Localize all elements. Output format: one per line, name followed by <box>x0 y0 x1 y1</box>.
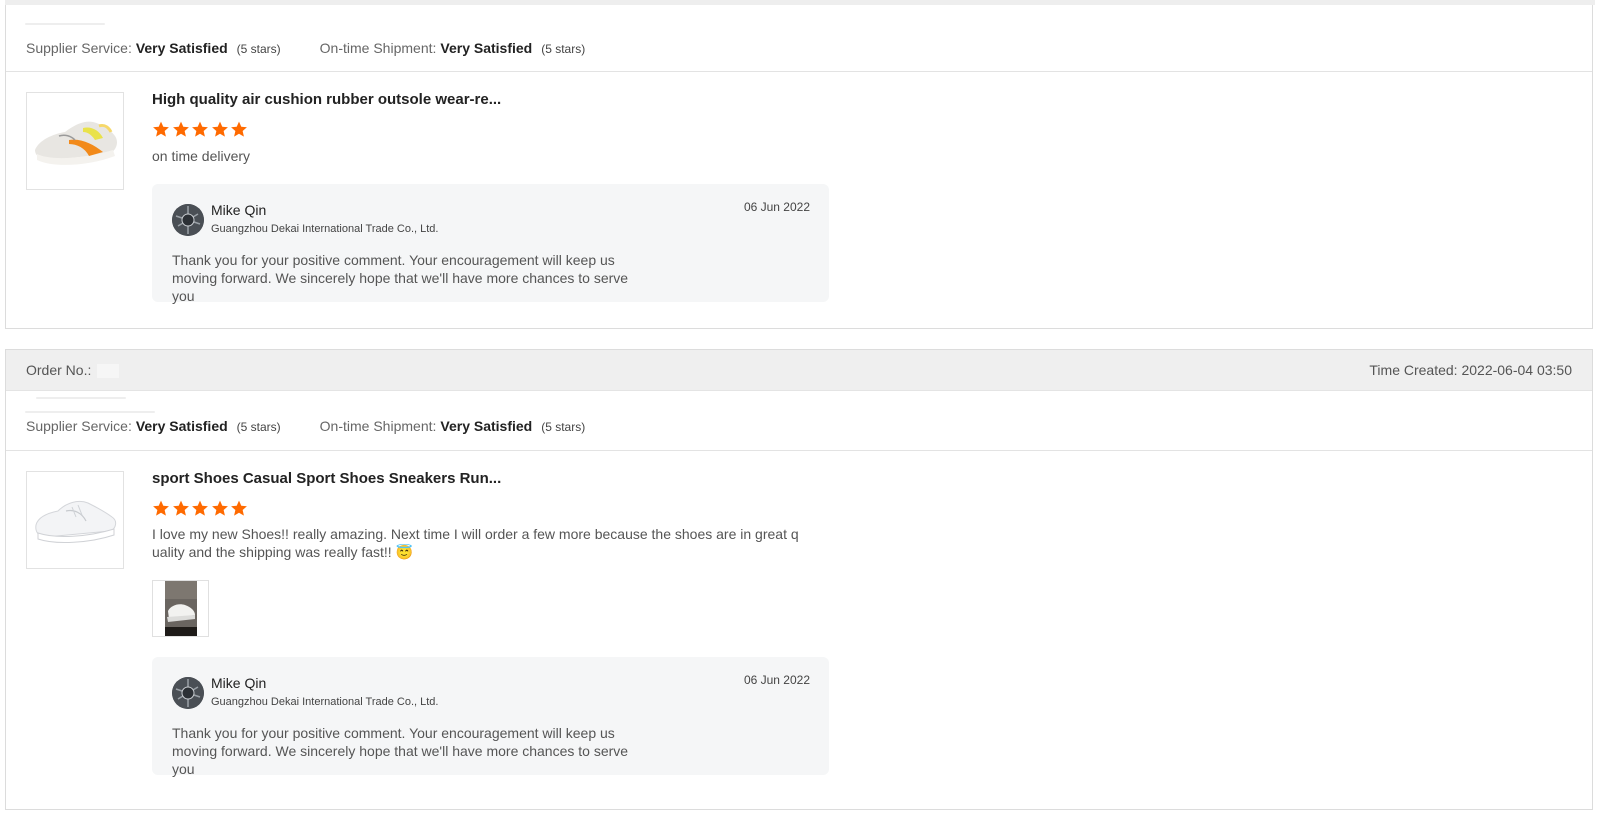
running-shoe-image <box>35 121 117 165</box>
shipment-value: Very Satisfied <box>440 418 533 434</box>
redacted-line <box>25 411 155 413</box>
order-number: Order No.: <box>26 361 120 379</box>
supplier-reply: Mike Qin Guangzhou Dekai International T… <box>152 657 829 777</box>
reply-company: Guangzhou Dekai International Trade Co.,… <box>211 223 439 235</box>
product-thumbnail[interactable] <box>26 92 124 190</box>
shipment-label: On-time Shipment: <box>319 40 437 56</box>
supplier-service-label: Supplier Service: <box>26 40 132 56</box>
review-card: Supplier Service: Very Satisfied (5 star… <box>5 0 1595 329</box>
star-icon <box>231 121 247 137</box>
time-created: Time Created: 2022-06-04 03:50 <box>1369 362 1572 378</box>
supplier-reply: Mike Qin Guangzhou Dekai International T… <box>152 184 829 304</box>
divider <box>6 450 1592 451</box>
supplier-service-stars: (5 stars) <box>236 420 281 434</box>
star-icon <box>172 500 189 516</box>
order-number-value <box>97 364 120 379</box>
order-header-strip <box>5 0 1595 5</box>
star-rating <box>151 120 249 139</box>
star-icon <box>192 500 208 516</box>
divider <box>6 71 1592 72</box>
supplier-service-label: Supplier Service: <box>26 418 132 434</box>
supplier-service-stars: (5 stars) <box>236 42 281 56</box>
order-number-label: Order No.: <box>26 361 92 378</box>
star-icon <box>211 121 228 137</box>
review-text: on time delivery <box>152 148 251 164</box>
star-icon <box>192 121 208 137</box>
customer-photo-image <box>164 581 197 636</box>
shipment-stars: (5 stars) <box>541 42 586 56</box>
reply-text: Thank you for your positive comment. You… <box>172 725 629 777</box>
white-sneaker-image <box>35 500 117 543</box>
star-icon <box>231 500 247 516</box>
avatar <box>172 204 204 236</box>
product-thumbnail[interactable] <box>26 471 124 569</box>
star-icon <box>211 500 228 516</box>
star-icon <box>153 121 169 137</box>
review-photo[interactable] <box>152 580 209 637</box>
ratings-row: Supplier Service: Very Satisfied (5 star… <box>26 418 585 434</box>
star-icon <box>153 500 169 516</box>
star-rating <box>151 499 249 518</box>
ratings-row: Supplier Service: Very Satisfied (5 star… <box>26 40 585 56</box>
redacted-line <box>36 397 126 399</box>
supplier-service-value: Very Satisfied <box>135 40 228 56</box>
reply-date: 06 Jun 2022 <box>743 673 810 687</box>
reply-company: Guangzhou Dekai International Trade Co.,… <box>211 696 439 708</box>
redacted-line <box>25 23 105 25</box>
review-text: I love my new Shoes!! really amazing. Ne… <box>152 526 799 560</box>
review-card: Order No.: Time Created: 2022-06-04 03:5… <box>5 349 1593 810</box>
reply-author-name: Mike Qin <box>211 675 267 691</box>
reply-text: Thank you for your positive comment. You… <box>172 252 629 304</box>
reply-author-name: Mike Qin <box>211 202 267 218</box>
reply-date: 06 Jun 2022 <box>743 200 810 214</box>
product-title[interactable]: sport Shoes Casual Sport Shoes Sneakers … <box>152 470 501 487</box>
supplier-service-value: Very Satisfied <box>135 418 228 434</box>
avatar <box>172 677 204 709</box>
shipment-stars: (5 stars) <box>541 420 586 434</box>
shipment-label: On-time Shipment: <box>319 418 437 434</box>
product-title[interactable]: High quality air cushion rubber outsole … <box>152 91 501 108</box>
star-icon <box>172 121 189 137</box>
shipment-value: Very Satisfied <box>440 40 533 56</box>
order-header: Order No.: Time Created: 2022-06-04 03:5… <box>6 350 1592 391</box>
